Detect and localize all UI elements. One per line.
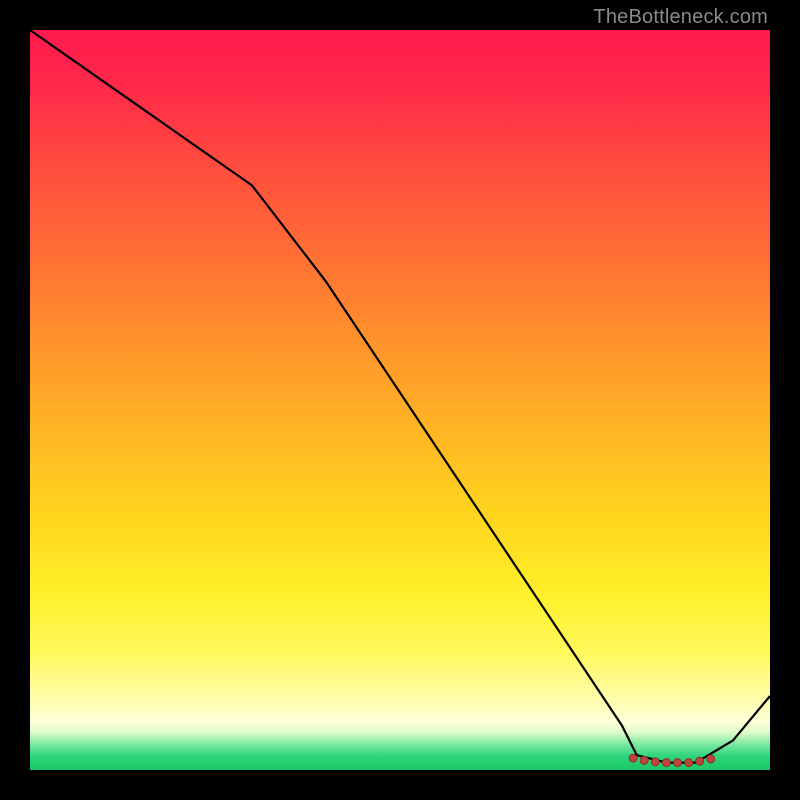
marker-dot	[707, 755, 715, 763]
marker-dot	[674, 759, 682, 767]
chart-overlay	[30, 30, 770, 770]
marker-dot	[651, 758, 659, 766]
marker-dot	[685, 759, 693, 767]
marker-dot	[629, 754, 637, 762]
bottleneck-curve	[30, 30, 770, 763]
marker-dot	[696, 757, 704, 765]
chart-frame: TheBottleneck.com	[0, 0, 800, 800]
marker-dot	[662, 759, 670, 767]
watermark-text: TheBottleneck.com	[593, 6, 768, 29]
marker-dot	[640, 756, 648, 764]
